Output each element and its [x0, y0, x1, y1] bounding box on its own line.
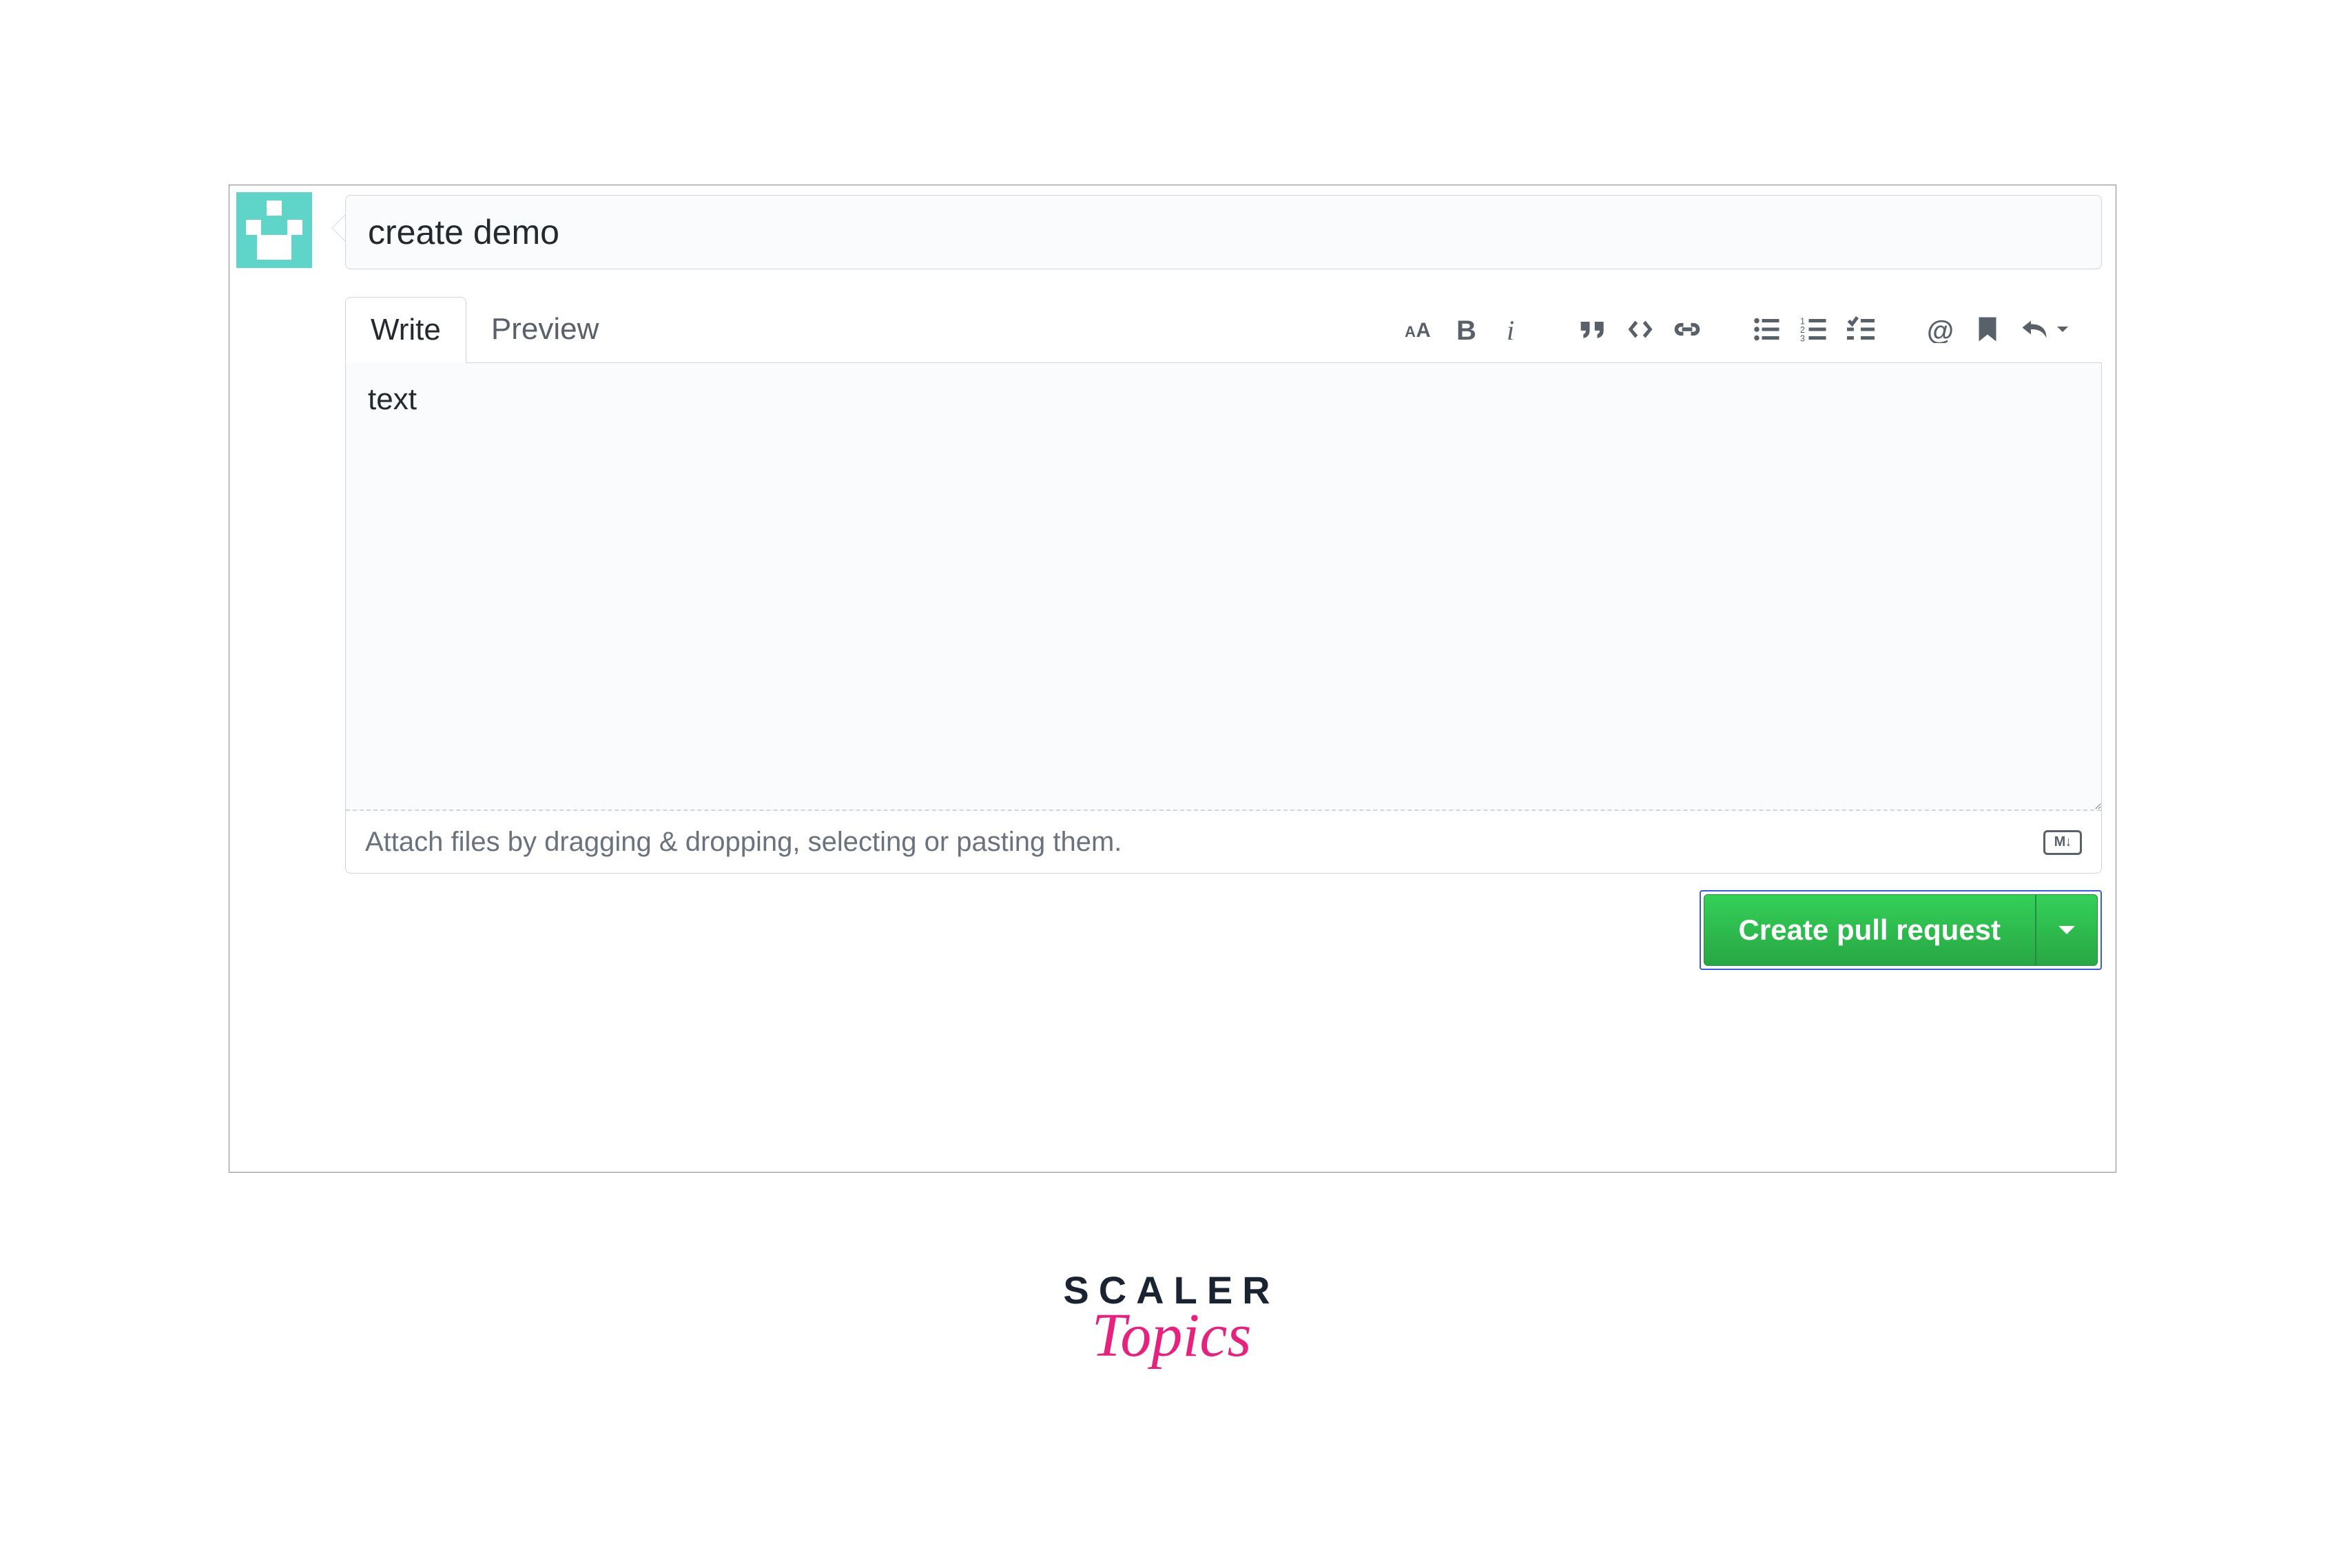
reply-dropdown-caret[interactable]: [2056, 314, 2069, 344]
markdown-help-icon[interactable]: M↓: [2043, 830, 2082, 855]
bold-icon[interactable]: B: [1452, 314, 1482, 344]
attach-hint-text: Attach files by dragging & dropping, sel…: [365, 827, 1122, 858]
svg-text:A: A: [1405, 323, 1416, 340]
pr-body-textarea[interactable]: [346, 363, 2101, 811]
markdown-toolbar: AA B i: [1380, 296, 2102, 362]
ordered-list-icon[interactable]: 123: [1799, 314, 1829, 344]
svg-text:A: A: [1416, 319, 1431, 342]
brand-line-2: Topics: [1063, 1300, 1279, 1371]
svg-text:@: @: [1927, 316, 1954, 343]
quote-icon[interactable]: [1578, 314, 1609, 344]
comment-box: Attach files by dragging & dropping, sel…: [345, 363, 2102, 874]
pr-title-input[interactable]: [345, 195, 2102, 269]
mention-icon[interactable]: @: [1926, 314, 1956, 344]
user-avatar: [236, 192, 312, 268]
tab-preview[interactable]: Preview: [466, 296, 624, 362]
editor-tabbar: Write Preview AA B i: [345, 297, 2102, 363]
create-pr-button-group: Create pull request: [1700, 890, 2102, 970]
link-icon[interactable]: [1672, 314, 1702, 344]
scaler-topics-logo: SCALER Topics: [1063, 1268, 1279, 1371]
form-actions: Create pull request: [345, 890, 2102, 970]
reply-icon[interactable]: [2019, 314, 2050, 344]
speech-bubble-tail: [331, 213, 347, 243]
svg-text:B: B: [1456, 316, 1476, 343]
pr-form-panel: Write Preview AA B i: [229, 185, 2116, 1173]
code-icon[interactable]: [1625, 314, 1655, 344]
heading-icon[interactable]: AA: [1405, 314, 1435, 344]
task-list-icon[interactable]: [1846, 314, 1876, 344]
create-pull-request-button[interactable]: Create pull request: [1704, 894, 2036, 966]
italic-icon[interactable]: i: [1498, 314, 1529, 344]
tab-write[interactable]: Write: [345, 297, 466, 363]
unordered-list-icon[interactable]: [1752, 314, 1782, 344]
bookmark-icon[interactable]: [1972, 314, 2003, 344]
svg-text:i: i: [1507, 316, 1514, 343]
svg-text:3: 3: [1800, 334, 1805, 344]
attach-files-row[interactable]: Attach files by dragging & dropping, sel…: [346, 814, 2101, 873]
create-pull-request-dropdown[interactable]: [2036, 894, 2098, 966]
